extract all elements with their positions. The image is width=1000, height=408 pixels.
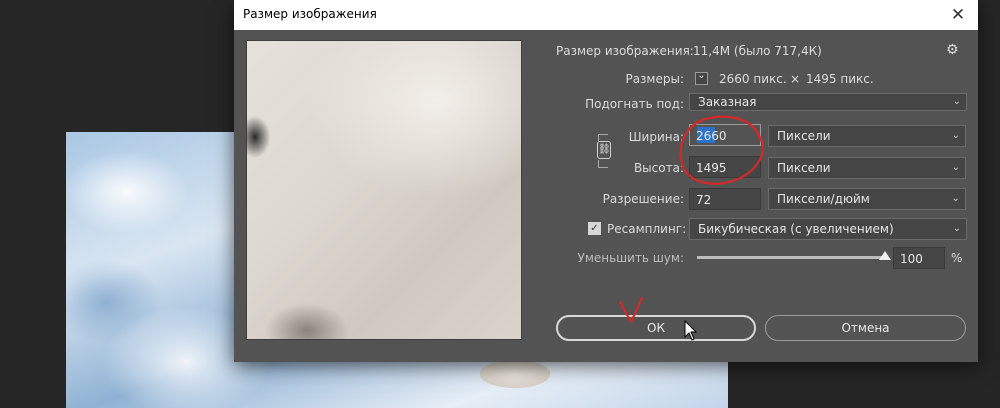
height-input[interactable]: 1495 [689,156,761,178]
fit-select-value: Заказная [698,95,757,109]
width-input[interactable]: 2660 [689,124,761,146]
height-unit-value: Пиксели [777,161,831,175]
fit-label: Подогнать под: [585,97,684,111]
height-label: Высота: [633,161,684,175]
noise-slider-fill [697,256,885,259]
dimensions-width: 2660 пикс. [719,72,787,86]
resolution-label: Разрешение: [602,192,684,206]
ok-button[interactable]: ОК [556,315,756,341]
dimensions-height: 1495 пикс. [806,72,874,86]
image-size-label: Размер изображения: [556,44,694,58]
resample-select[interactable]: Бикубическая (с увеличением) ⌄ [689,218,967,240]
chevron-down-icon: ⌄ [951,130,960,141]
resolution-unit-select[interactable]: Пиксели/дюйм ⌄ [768,188,966,210]
chevron-down-icon: ⌄ [951,162,960,173]
resample-checkbox[interactable]: ✓ [588,222,601,235]
resample-select-value: Бикубическая (с увеличением) [698,222,894,236]
resolution-unit-value: Пиксели/дюйм [777,192,870,206]
height-unit-select[interactable]: Пиксели ⌄ [768,157,966,179]
noise-label: Уменьшить шум: [577,251,685,265]
fit-select[interactable]: Заказная ⌄ [689,93,967,111]
width-unit-value: Пиксели [777,129,831,143]
chevron-down-icon: ⌄ [697,70,706,81]
chevron-down-icon: ⌄ [952,96,961,107]
noise-input[interactable]: 100 [893,247,945,269]
close-icon[interactable]: ✕ [946,3,970,27]
resample-label: Ресамплинг: [607,222,687,236]
canvas-image-detail [480,360,550,388]
image-size-dialog: Размер изображения ✕ Размер изображения:… [234,0,978,362]
noise-slider[interactable] [697,251,891,260]
width-unit-select[interactable]: Пиксели ⌄ [768,125,966,147]
noise-unit: % [951,251,963,265]
width-label: Ширина: [628,130,684,144]
image-size-value: 11,4М (было 717,4К) [693,44,822,58]
cancel-button[interactable]: Отмена [765,315,966,341]
dimensions-label: Размеры: [625,72,684,86]
image-preview[interactable] [246,40,522,340]
chevron-down-icon: ⌄ [951,193,960,204]
mouse-cursor-icon [684,320,698,341]
dimensions-dropdown-icon[interactable]: ⌄ [695,70,708,85]
dialog-titlebar: Размер изображения ✕ [234,0,978,30]
dimensions-times: × [790,72,801,86]
dialog-title: Размер изображения [243,7,377,21]
resolution-input[interactable]: 72 [689,188,761,210]
gear-icon[interactable]: ⚙ [946,42,959,58]
chevron-down-icon: ⌄ [952,223,961,234]
noise-slider-thumb[interactable] [879,251,891,260]
